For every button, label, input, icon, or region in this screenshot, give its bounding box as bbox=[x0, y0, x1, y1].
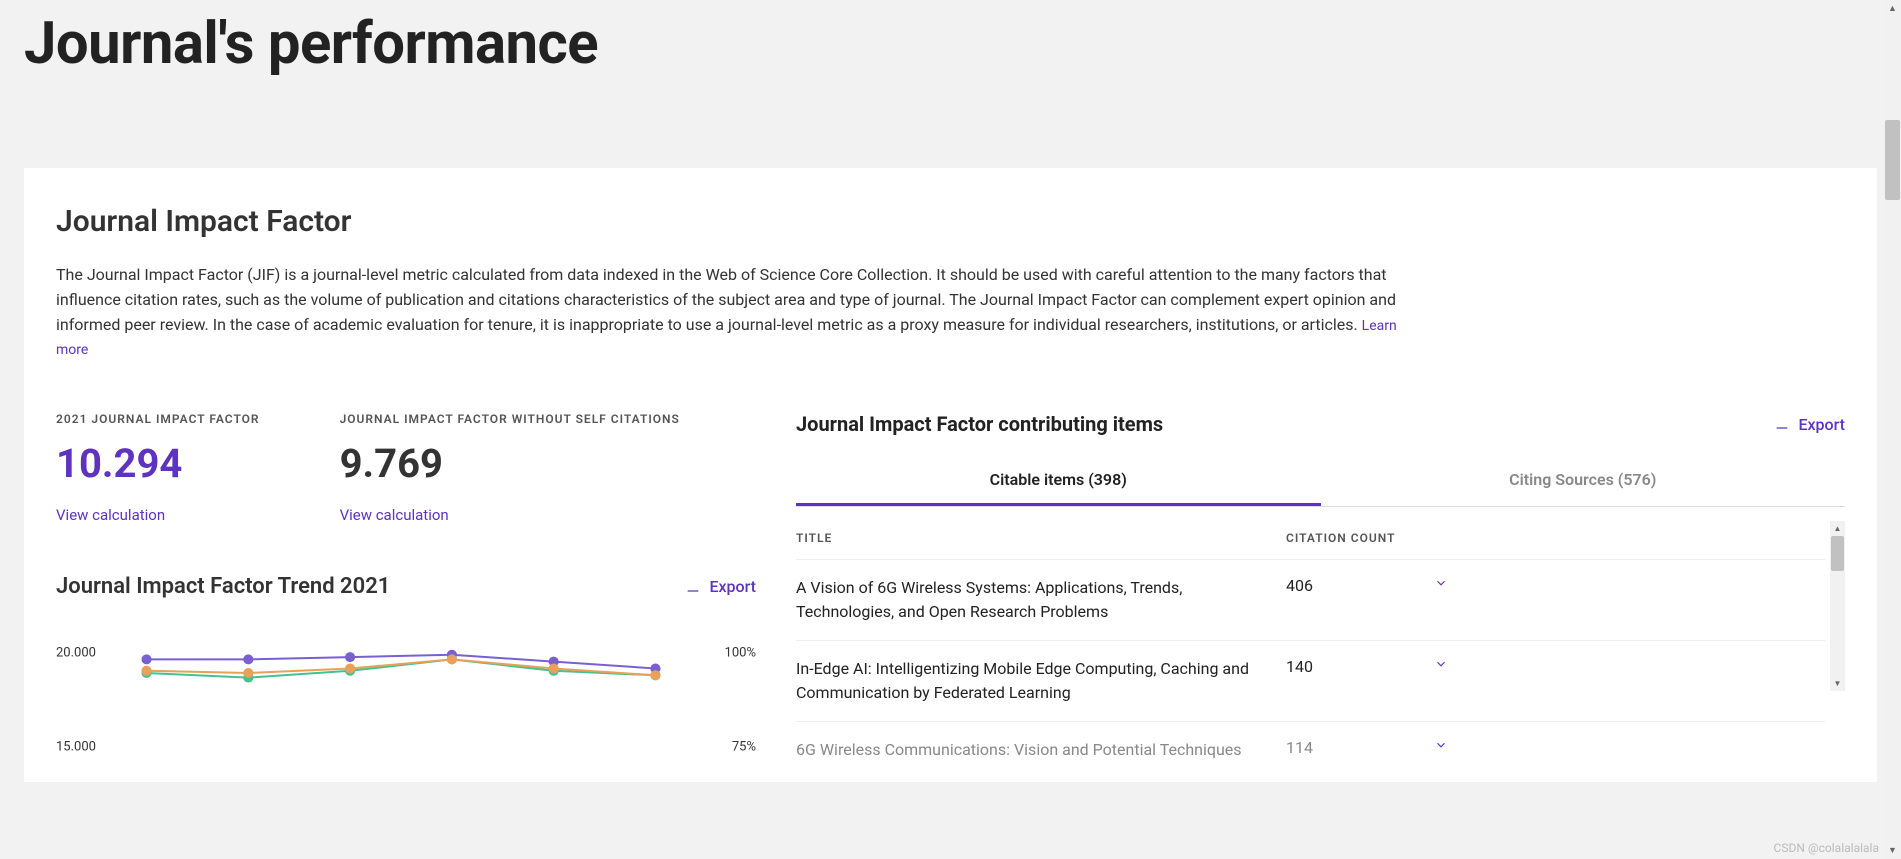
left-column: 2021 JOURNAL IMPACT FACTOR 10.294 View c… bbox=[56, 412, 756, 762]
y-tick-left-1: 15.000 bbox=[56, 739, 96, 754]
jif-description: The Journal Impact Factor (JIF) is a jou… bbox=[56, 263, 1416, 362]
section-title: Journal Impact Factor bbox=[56, 204, 1845, 239]
expand-row-button[interactable] bbox=[1426, 738, 1456, 752]
scroll-down-arrow-icon[interactable]: ▼ bbox=[1884, 842, 1901, 859]
row-title: In-Edge AI: Intelligentizing Mobile Edge… bbox=[796, 657, 1286, 705]
main-scrollbar[interactable]: ▲ ▼ bbox=[1884, 0, 1901, 859]
metric-jif-label: 2021 JOURNAL IMPACT FACTOR bbox=[56, 412, 260, 426]
export-trend-label: Export bbox=[709, 577, 756, 596]
row-count: 406 bbox=[1286, 576, 1426, 595]
scroll-down-arrow-icon[interactable]: ▼ bbox=[1830, 676, 1845, 691]
chevron-down-icon bbox=[1434, 738, 1448, 752]
trend-chart: 20.000 15.000 100% 75% bbox=[56, 629, 756, 749]
table-row[interactable]: 6G Wireless Communications: Vision and P… bbox=[796, 721, 1825, 762]
watermark: CSDN @colalalalala bbox=[1774, 841, 1879, 855]
row-title: 6G Wireless Communications: Vision and P… bbox=[796, 738, 1286, 762]
export-contrib-button[interactable]: Export bbox=[1774, 415, 1845, 434]
contrib-table: TITLE CITATION COUNT A Vision of 6G Wire… bbox=[796, 521, 1845, 762]
contrib-tabs: Citable items (398) Citing Sources (576) bbox=[796, 456, 1845, 507]
export-trend-button[interactable]: Export bbox=[685, 577, 756, 596]
inner-scrollbar[interactable]: ▲ ▼ bbox=[1830, 521, 1845, 691]
expand-row-button[interactable] bbox=[1426, 657, 1456, 671]
metric-jif-noself-value: 9.769 bbox=[340, 440, 680, 487]
page-title: Journal's performance bbox=[24, 0, 1877, 108]
metric-jif-value: 10.294 bbox=[56, 440, 260, 487]
download-icon bbox=[685, 579, 701, 595]
view-calculation-link-jif[interactable]: View calculation bbox=[56, 506, 165, 524]
jif-card: Journal Impact Factor The Journal Impact… bbox=[24, 168, 1877, 782]
main-scrollbar-thumb[interactable] bbox=[1885, 120, 1900, 200]
trend-title: Journal Impact Factor Trend 2021 bbox=[56, 574, 390, 599]
scroll-up-arrow-icon[interactable]: ▲ bbox=[1884, 0, 1901, 17]
col-title-header: TITLE bbox=[796, 531, 1286, 545]
expand-row-button[interactable] bbox=[1426, 576, 1456, 590]
metric-jif-noself: JOURNAL IMPACT FACTOR WITHOUT SELF CITAT… bbox=[340, 412, 680, 524]
chevron-down-icon bbox=[1434, 657, 1448, 671]
scroll-up-arrow-icon[interactable]: ▲ bbox=[1830, 521, 1845, 536]
view-calculation-link-noself[interactable]: View calculation bbox=[340, 506, 449, 524]
row-title: A Vision of 6G Wireless Systems: Applica… bbox=[796, 576, 1286, 624]
metric-jif-noself-label: JOURNAL IMPACT FACTOR WITHOUT SELF CITAT… bbox=[340, 412, 680, 426]
table-header: TITLE CITATION COUNT bbox=[796, 521, 1825, 559]
tab-citing-sources[interactable]: Citing Sources (576) bbox=[1321, 456, 1846, 506]
row-count: 140 bbox=[1286, 657, 1426, 676]
contrib-title: Journal Impact Factor contributing items bbox=[796, 412, 1163, 436]
table-row[interactable]: In-Edge AI: Intelligentizing Mobile Edge… bbox=[796, 640, 1825, 721]
inner-scrollbar-thumb[interactable] bbox=[1831, 536, 1844, 571]
col-count-header: CITATION COUNT bbox=[1286, 531, 1426, 545]
export-contrib-label: Export bbox=[1798, 415, 1845, 434]
chevron-down-icon bbox=[1434, 576, 1448, 590]
jif-description-text: The Journal Impact Factor (JIF) is a jou… bbox=[56, 265, 1396, 334]
right-column: Journal Impact Factor contributing items… bbox=[796, 412, 1845, 762]
tab-citable-items[interactable]: Citable items (398) bbox=[796, 456, 1321, 506]
y-tick-left-0: 20.000 bbox=[56, 646, 96, 661]
row-count: 114 bbox=[1286, 738, 1426, 757]
trend-chart-svg bbox=[116, 629, 686, 749]
y-tick-right-0: 100% bbox=[725, 646, 756, 661]
y-tick-right-1: 75% bbox=[732, 739, 756, 754]
download-icon bbox=[1774, 416, 1790, 432]
table-row[interactable]: A Vision of 6G Wireless Systems: Applica… bbox=[796, 559, 1825, 640]
metric-jif: 2021 JOURNAL IMPACT FACTOR 10.294 View c… bbox=[56, 412, 260, 524]
